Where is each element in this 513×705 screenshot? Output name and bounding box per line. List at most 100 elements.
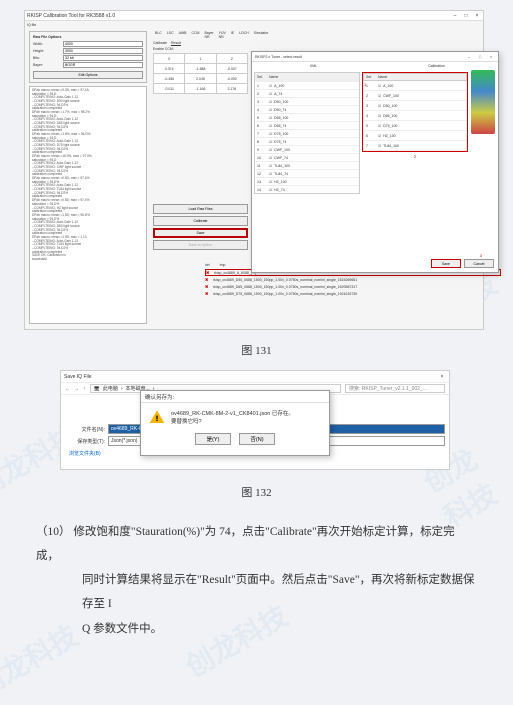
- no-button[interactable]: 否(N): [239, 433, 275, 445]
- item-name: D65_74: [274, 124, 286, 128]
- list-item[interactable]: 14☑HZ_74: [255, 185, 359, 193]
- checkbox-icon[interactable]: ☑: [269, 156, 272, 160]
- close-icon[interactable]: ×: [438, 374, 446, 380]
- bits-select[interactable]: [63, 55, 143, 61]
- close-icon[interactable]: ×: [473, 13, 481, 19]
- edit-options-button[interactable]: Edit Options: [33, 71, 143, 79]
- figure-caption-132: 图 132: [0, 484, 513, 500]
- tab-result[interactable]: Result: [171, 41, 181, 45]
- list-item[interactable]: 3☑D50_100: [255, 97, 359, 105]
- delete-icon[interactable]: ✖: [205, 291, 213, 296]
- close-icon[interactable]: ×: [487, 54, 495, 60]
- back-icon[interactable]: ←: [65, 386, 70, 392]
- list-item[interactable]: 7☑TL84_100: [363, 141, 467, 151]
- item-name: HZ_100: [383, 134, 395, 138]
- checkbox-icon[interactable]: ☑: [269, 140, 272, 144]
- tab-lsc[interactable]: LSC: [167, 31, 174, 39]
- checkbox-icon[interactable]: ☑: [269, 164, 272, 168]
- list-item[interactable]: 3☑D50_100: [363, 101, 467, 111]
- list-item[interactable]: 6☑D65_74: [255, 121, 359, 129]
- list-item[interactable]: 5☑D75_100: [363, 121, 467, 131]
- forward-icon[interactable]: →: [74, 386, 79, 392]
- checkbox-icon[interactable]: ☑: [269, 148, 272, 152]
- list-item[interactable]: 5☑D65_100: [255, 113, 359, 121]
- width-input[interactable]: [63, 41, 143, 47]
- list-item[interactable]: 12☑TL84_74: [255, 169, 359, 177]
- calibrate-button[interactable]: Calibrate: [153, 216, 248, 226]
- checkbox-icon[interactable]: ☑: [269, 124, 272, 128]
- list-item[interactable]: 1☑A_100: [255, 81, 359, 89]
- tab-yuv-nr[interactable]: YUV NR: [219, 31, 226, 39]
- delete-icon[interactable]: ✖: [205, 284, 213, 289]
- minimize-icon[interactable]: –: [465, 54, 473, 60]
- browse-folders-link[interactable]: 浏览文件夹(B): [65, 450, 101, 457]
- list-item[interactable]: 13☑HZ_100: [255, 177, 359, 185]
- tab-ccm[interactable]: CCM: [191, 31, 199, 39]
- tab-ldch[interactable]: LDCH: [239, 31, 249, 39]
- checkbox-icon[interactable]: ☑: [378, 84, 381, 88]
- list-item[interactable]: 1☑A_100: [363, 81, 467, 91]
- up-icon[interactable]: ↑: [83, 386, 86, 392]
- file-row[interactable]: ✖ rkisp_ov4689_D65_0688_1500_150pp_1.00x…: [205, 283, 501, 290]
- pc-icon: 🖥: [94, 386, 100, 392]
- bayer-select[interactable]: [63, 62, 143, 68]
- main-tabs: BLCLSCAWBCCMBayer NRYUV NRIELDCHSimulato…: [153, 31, 248, 39]
- left-panel: Raw File Options Width: Height: Bits: Ba…: [29, 31, 147, 324]
- list-item[interactable]: 6☑HZ_100: [363, 131, 467, 141]
- row-index: 14: [257, 188, 269, 192]
- checkbox-icon[interactable]: ☑: [269, 84, 272, 88]
- row-index: 1: [366, 84, 378, 88]
- tab-simulator[interactable]: Simulator: [254, 31, 269, 39]
- checkbox-icon[interactable]: ☑: [269, 188, 272, 192]
- checkbox-icon[interactable]: ☑: [269, 100, 272, 104]
- save-button[interactable]: Save: [153, 228, 248, 238]
- search-input[interactable]: 搜索: RKISP_Tuner_v2.1.1_002_...: [345, 384, 445, 393]
- list-item[interactable]: 11☑TL84_100: [255, 161, 359, 169]
- load-raw-button[interactable]: Load Raw Files: [153, 204, 248, 214]
- delete-icon[interactable]: ✖: [205, 277, 213, 282]
- list-item[interactable]: 10☑CWF_74: [255, 153, 359, 161]
- checkbox-icon[interactable]: ☑: [378, 104, 381, 108]
- row-index: 8: [257, 140, 269, 144]
- tab-ie[interactable]: IE: [231, 31, 234, 39]
- raw-file-options-group: Raw File Options Width: Height: Bits: Ba…: [29, 31, 147, 83]
- row-index: 5: [366, 124, 378, 128]
- dialog-cancel-button[interactable]: Cancel: [464, 259, 494, 268]
- list-item[interactable]: 4☑D50_74: [255, 105, 359, 113]
- list-item[interactable]: 2☑CWF_100: [363, 91, 467, 101]
- file-row[interactable]: ✖ rkisp_ov4689_D50_0688_1500_150pp_1.00x…: [205, 276, 501, 283]
- list-item[interactable]: 2☑A_74: [255, 89, 359, 97]
- tab-calibrate[interactable]: Calibrate: [153, 41, 167, 45]
- delete-icon[interactable]: ✖: [206, 270, 214, 275]
- annotation-2: 2: [362, 154, 468, 159]
- height-label: Height:: [33, 49, 63, 53]
- yes-button[interactable]: 是(Y): [195, 433, 231, 445]
- checkbox-icon[interactable]: ☑: [378, 144, 381, 148]
- checkbox-icon[interactable]: ☑: [269, 108, 272, 112]
- list-item[interactable]: 9☑CWF_100: [255, 145, 359, 153]
- checkbox-icon[interactable]: ☑: [269, 172, 272, 176]
- checkbox-icon[interactable]: ☑: [269, 116, 272, 120]
- tab-blc[interactable]: BLC: [155, 31, 162, 39]
- list-item[interactable]: 7☑D75_100: [255, 129, 359, 137]
- checkbox-icon[interactable]: ☑: [378, 124, 381, 128]
- tab-awb[interactable]: AWB: [179, 31, 187, 39]
- maximize-icon[interactable]: □: [476, 54, 484, 60]
- dialog-save-button[interactable]: Save: [431, 259, 461, 268]
- checkbox-icon[interactable]: ☑: [269, 132, 272, 136]
- calibration-list: Sel. Name 1☑A_1002☑CWF_1003☑D50_1004☑D65…: [362, 72, 468, 194]
- checkbox-icon[interactable]: ☑: [269, 92, 272, 96]
- warning-icon: [149, 409, 165, 425]
- height-input[interactable]: [63, 48, 143, 54]
- file-row[interactable]: ✖ rkisp_ov4689_D75_0688_1500_150pp_1.00x…: [205, 290, 501, 297]
- maximize-icon[interactable]: □: [462, 13, 470, 19]
- list-item[interactable]: 8☑D75_74: [255, 137, 359, 145]
- list-item[interactable]: 4☑D65_100: [363, 111, 467, 121]
- tab-bayer-nr[interactable]: Bayer NR: [204, 31, 213, 39]
- checkbox-icon[interactable]: ☑: [269, 180, 272, 184]
- checkbox-icon[interactable]: ☑: [378, 94, 381, 98]
- back-button[interactable]: Back to Option: [153, 240, 248, 250]
- checkbox-icon[interactable]: ☑: [378, 134, 381, 138]
- minimize-icon[interactable]: –: [451, 13, 459, 19]
- checkbox-icon[interactable]: ☑: [378, 114, 381, 118]
